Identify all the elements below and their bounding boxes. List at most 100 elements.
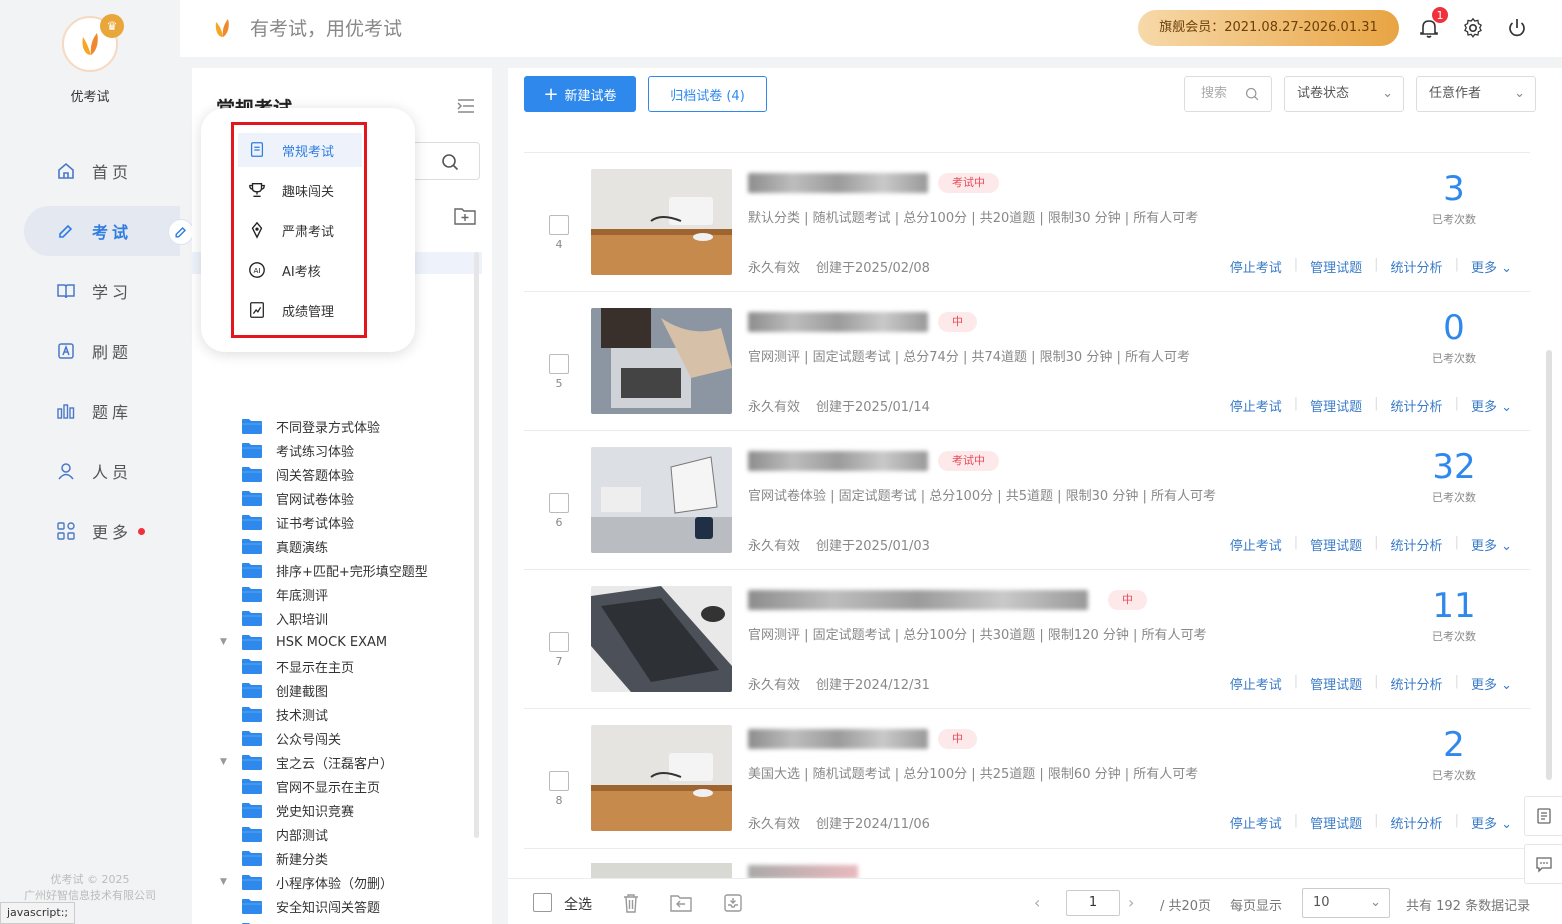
per-page-select[interactable]: 10 ⌄ xyxy=(1302,888,1390,918)
stop-exam-link[interactable]: 停止考试 xyxy=(1230,257,1282,276)
exam-checkbox[interactable] xyxy=(549,493,569,513)
more-link[interactable]: 更多 ⌄ xyxy=(1471,674,1512,693)
manage-questions-link[interactable]: 管理试题 xyxy=(1310,813,1362,832)
trash-icon[interactable] xyxy=(620,892,642,914)
tree-item[interactable]: 安全知识闯关答题 xyxy=(192,894,482,918)
stats-link[interactable]: 统计分析 xyxy=(1391,257,1443,276)
nav-exam[interactable]: 考试 xyxy=(24,206,180,256)
tree-item[interactable]: 考试练习体验 xyxy=(192,438,482,462)
caret-down-icon[interactable]: ▼ xyxy=(220,877,232,887)
archive-icon[interactable] xyxy=(722,892,744,914)
new-exam-button[interactable]: + 新建试卷 xyxy=(524,76,636,112)
exam-quick-switch[interactable] xyxy=(168,219,194,245)
exam-checkbox[interactable] xyxy=(549,354,569,374)
prev-page-icon[interactable]: ‹ xyxy=(1034,893,1040,912)
tree-item[interactable]: ▼ 小程序体验（勿删） xyxy=(192,870,482,894)
tree-item[interactable]: 公众号闯关 xyxy=(192,726,482,750)
tree-item[interactable]: 年底测评 xyxy=(192,582,482,606)
tree-item[interactable]: 内部测试 xyxy=(192,822,482,846)
exam-checkbox[interactable] xyxy=(549,215,569,235)
stats-link[interactable]: 统计分析 xyxy=(1391,813,1443,832)
page-input[interactable]: 1 xyxy=(1066,890,1120,916)
exam-thumbnail[interactable] xyxy=(591,725,732,831)
author-select[interactable]: 任意作者 ⌄ xyxy=(1416,76,1536,112)
tree-item[interactable]: 真题演练 xyxy=(192,534,482,558)
exam-checkbox[interactable] xyxy=(549,771,569,791)
stats-link[interactable]: 统计分析 xyxy=(1391,535,1443,554)
nav-bank[interactable]: 题库 xyxy=(24,386,180,436)
select-all-label[interactable]: 全选 xyxy=(564,894,592,914)
tree-item[interactable]: 党史知识竞赛 xyxy=(192,798,482,822)
nav-quiz[interactable]: 刷题 xyxy=(24,326,180,376)
exam-checkbox[interactable] xyxy=(549,632,569,652)
exam-meta: 美国大选 | 随机试题考试 | 总分100分 | 共25道题 | 限制60 分钟… xyxy=(748,767,1199,782)
tree-item[interactable]: 不同登录方式体验 xyxy=(192,414,482,438)
more-link[interactable]: 更多 ⌄ xyxy=(1471,813,1512,832)
exam-thumbnail[interactable] xyxy=(591,586,732,692)
add-folder-icon[interactable] xyxy=(454,207,476,225)
manage-questions-link[interactable]: 管理试题 xyxy=(1310,396,1362,415)
tree-item[interactable]: 官网试卷体验 xyxy=(192,486,482,510)
gear-icon[interactable] xyxy=(1462,17,1484,39)
tree-item[interactable]: 官网不显示在主页 xyxy=(192,774,482,798)
created-date: 创建于2024/12/31 xyxy=(816,678,930,693)
search-input[interactable]: 搜索 xyxy=(1184,76,1272,112)
exam-title-blurred[interactable] xyxy=(748,451,928,471)
stats-link[interactable]: 统计分析 xyxy=(1391,674,1443,693)
collapse-icon[interactable] xyxy=(456,98,476,114)
exam-title-blurred[interactable] xyxy=(748,590,1088,610)
stop-exam-link[interactable]: 停止考试 xyxy=(1230,396,1282,415)
main-scrollbar[interactable] xyxy=(1546,350,1552,780)
exam-thumbnail[interactable] xyxy=(591,169,732,275)
category-scrollbar[interactable] xyxy=(474,252,479,838)
exam-count-label: 已考次数 xyxy=(1432,630,1476,643)
tree-item[interactable]: 入职培训 xyxy=(192,606,482,630)
tree-item[interactable]: 证书考试体验 xyxy=(192,510,482,534)
tree-item[interactable]: 排序+匹配+完形填空题型 xyxy=(192,558,482,582)
tree-item[interactable]: 不显示在主页 xyxy=(192,654,482,678)
manage-questions-link[interactable]: 管理试题 xyxy=(1310,257,1362,276)
archive-button[interactable]: 归档试卷 (4) xyxy=(648,76,767,112)
created-date: 创建于2025/02/08 xyxy=(816,261,930,276)
slogan: 有考试，用优考试 xyxy=(250,18,403,40)
caret-down-icon[interactable]: ▼ xyxy=(220,757,232,767)
tree-item[interactable]: 新建分类 xyxy=(192,846,482,870)
stats-link[interactable]: 统计分析 xyxy=(1391,396,1443,415)
stop-exam-link[interactable]: 停止考试 xyxy=(1230,813,1282,832)
exam-title-blurred[interactable] xyxy=(748,173,928,193)
move-folder-icon[interactable] xyxy=(670,892,692,914)
category-search[interactable] xyxy=(412,142,480,180)
stop-exam-link[interactable]: 停止考试 xyxy=(1230,535,1282,554)
tree-item[interactable]: 闯关答题体验 xyxy=(192,462,482,486)
manage-questions-link[interactable]: 管理试题 xyxy=(1310,674,1362,693)
tree-item[interactable]: 技术测试 xyxy=(192,702,482,726)
manage-questions-link[interactable]: 管理试题 xyxy=(1310,535,1362,554)
exam-title-blurred[interactable] xyxy=(748,312,928,332)
nav-learn[interactable]: 学习 xyxy=(24,266,180,316)
caret-down-icon[interactable]: ▼ xyxy=(220,637,232,647)
stop-exam-link[interactable]: 停止考试 xyxy=(1230,674,1282,693)
more-link[interactable]: 更多 ⌄ xyxy=(1471,257,1512,276)
notes-float-button[interactable] xyxy=(1524,796,1562,836)
select-all-checkbox[interactable] xyxy=(533,893,552,912)
nav-more[interactable]: 更多 xyxy=(24,506,180,556)
next-page-icon[interactable]: › xyxy=(1128,893,1134,912)
power-icon[interactable] xyxy=(1506,17,1528,39)
separator: | xyxy=(1454,813,1459,828)
tree-item-label: 不显示在主页 xyxy=(276,660,355,676)
status-select[interactable]: 试卷状态 ⌄ xyxy=(1284,76,1404,112)
exam-title-blurred[interactable] xyxy=(748,729,928,749)
tree-item[interactable]: 创建截图 xyxy=(192,678,482,702)
tree-item[interactable]: ▼ HSK MOCK EXAM xyxy=(192,630,482,654)
tree-item[interactable]: 测试2 xyxy=(192,918,482,924)
tree-item[interactable]: ▼ 宝之云（汪磊客户） xyxy=(192,750,482,774)
exam-thumbnail[interactable] xyxy=(591,447,732,553)
nav-home[interactable]: 首页 xyxy=(24,146,180,196)
exam-thumbnail[interactable] xyxy=(591,308,732,414)
vip-badge[interactable]: 旗舰会员：2021.08.27-2026.01.31 xyxy=(1138,10,1399,46)
chat-float-button[interactable] xyxy=(1524,844,1562,884)
left-nav: ♛ 优考试 首页 考试 学习 刷题 题库 人员 更多 优考试 © 2025 广州… xyxy=(0,0,194,924)
more-link[interactable]: 更多 ⌄ xyxy=(1471,535,1512,554)
more-link[interactable]: 更多 ⌄ xyxy=(1471,396,1512,415)
nav-users[interactable]: 人员 xyxy=(24,446,180,496)
